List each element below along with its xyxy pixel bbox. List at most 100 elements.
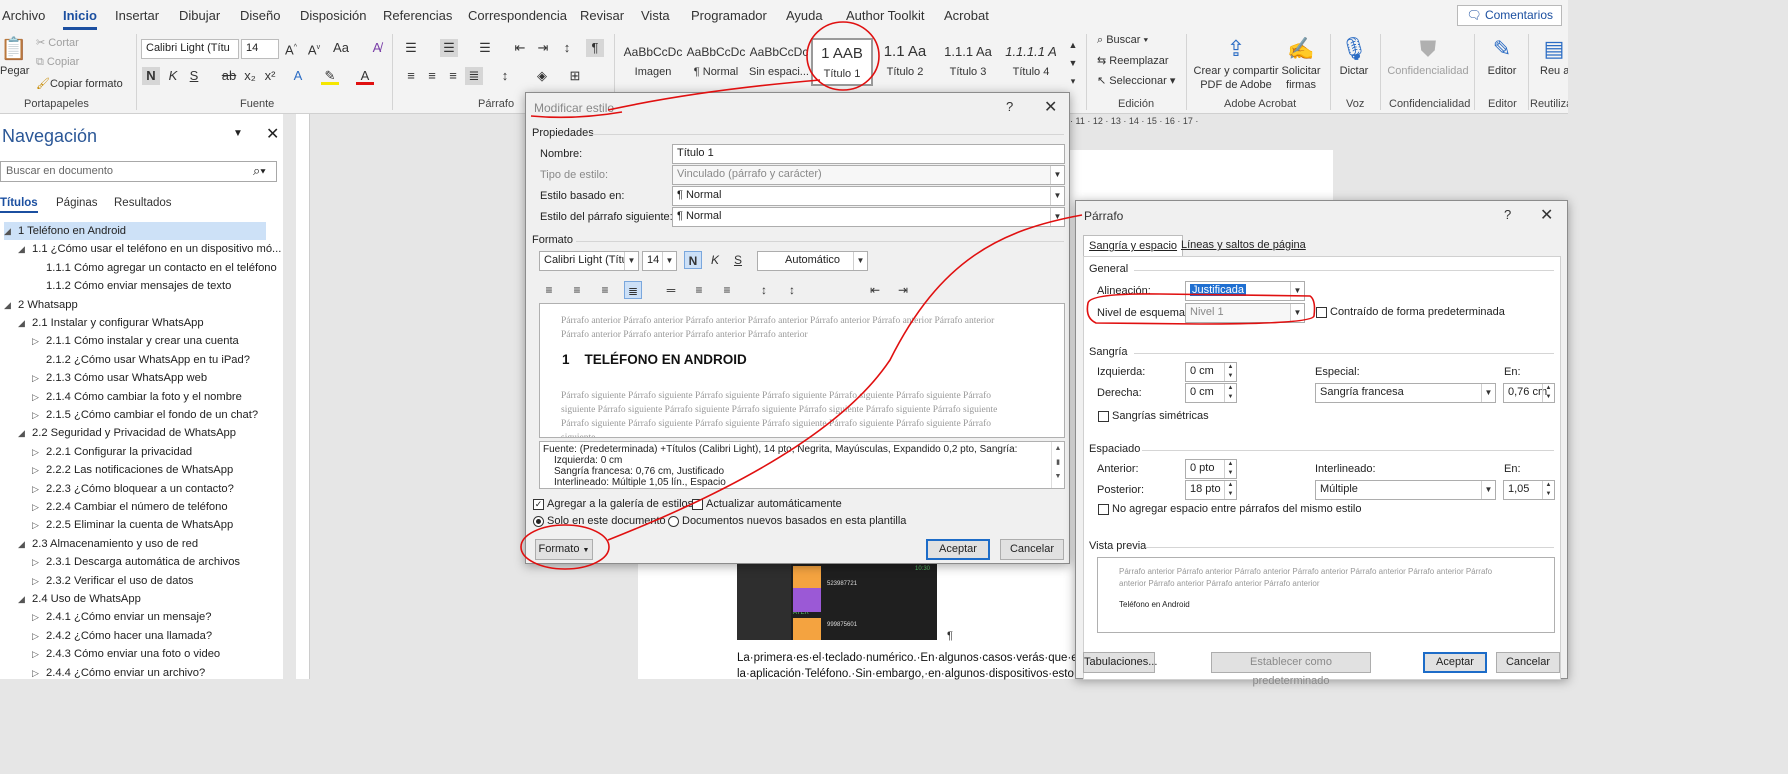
ok-button[interactable]: Aceptar: [1423, 652, 1487, 673]
shading-icon[interactable]: ◈: [533, 67, 551, 85]
cut-button[interactable]: ✂ Cortar: [36, 36, 79, 49]
grow-font-icon[interactable]: A^: [282, 39, 300, 57]
format-painter-button[interactable]: 🖌Copiar formato: [36, 77, 123, 90]
style-titulo-2[interactable]: 1.1 Aa Título 2: [874, 38, 936, 86]
spacing-at-input[interactable]: 1,05 ▲ ▼: [1503, 480, 1555, 500]
tab-correspondencia[interactable]: Correspondencia: [468, 8, 567, 23]
expand-toggle-icon[interactable]: ▷: [32, 461, 46, 479]
reuse-button[interactable]: ▤ Reu arch: [1540, 34, 1568, 78]
nav-heading-item[interactable]: 1.1.2 Cómo enviar mensajes de texto: [32, 277, 231, 295]
spinner-icon[interactable]: ▲ ▼: [1224, 481, 1236, 499]
expand-toggle-icon[interactable]: ▷: [32, 332, 46, 350]
tab-line-breaks[interactable]: Líneas y saltos de página: [1176, 235, 1311, 257]
nav-heading-item[interactable]: ◢ 2 Whatsapp: [4, 296, 78, 314]
expand-toggle-icon[interactable]: ▷: [32, 516, 46, 534]
nav-heading-item[interactable]: ◢ 2.3 Almacenamiento y uso de red: [18, 535, 198, 553]
expand-toggle-icon[interactable]: ▷: [32, 645, 46, 663]
nav-heading-item[interactable]: 2.1.2 ¿Cómo usar WhatsApp en tu iPad?: [32, 351, 250, 369]
style-titulo-3[interactable]: 1.1.1 Aa Título 3: [937, 38, 999, 86]
bullets-icon[interactable]: ☰: [402, 39, 420, 57]
close-icon[interactable]: ✕: [266, 124, 279, 144]
help-icon[interactable]: ?: [1504, 207, 1511, 222]
expand-toggle-icon[interactable]: ◢: [18, 590, 32, 608]
nav-heading-item[interactable]: ◢ 2.1 Instalar y configurar WhatsApp: [18, 314, 204, 332]
nav-heading-item[interactable]: ▷ 2.1.1 Cómo instalar y crear una cuenta: [32, 332, 239, 350]
nav-tab-resultados[interactable]: Resultados: [114, 197, 172, 209]
indent-by-input[interactable]: 0,76 cm ▲ ▼: [1503, 383, 1555, 403]
expand-toggle-icon[interactable]: ◢: [18, 314, 32, 332]
chevron-down-icon[interactable]: ▼: [233, 128, 243, 139]
nav-heading-item[interactable]: ▷ 2.2.1 Configurar la privacidad: [32, 443, 192, 461]
align-right-icon[interactable]: ≡: [444, 67, 462, 85]
double-spacing-icon[interactable]: ≡: [718, 281, 736, 299]
next-style-select[interactable]: ¶ Normal ▼: [672, 207, 1065, 227]
editor-button[interactable]: ✎ Editor: [1482, 34, 1522, 78]
style-name-input[interactable]: Título 1: [672, 144, 1065, 164]
based-on-select[interactable]: ¶ Normal ▼: [672, 186, 1065, 206]
nav-heading-item[interactable]: ▷ 2.1.5 ¿Cómo cambiar el fondo de un chat…: [32, 406, 258, 424]
spinner-icon[interactable]: ▲ ▼: [1542, 384, 1554, 402]
numbering-icon[interactable]: ☰: [440, 39, 458, 57]
outline-level-select[interactable]: Nivel 1 ▼: [1185, 303, 1305, 323]
strikethrough-icon[interactable]: ab: [220, 67, 238, 85]
help-icon[interactable]: ?: [1006, 99, 1013, 114]
description-scrollbar[interactable]: ▲ ▮ ▼: [1051, 442, 1064, 488]
nav-heading-item[interactable]: ◢ 2.4 Uso de WhatsApp: [18, 590, 141, 608]
set-default-button[interactable]: Establecer como predeterminado: [1211, 652, 1371, 687]
spinner-icon[interactable]: ▲ ▼: [1224, 384, 1236, 402]
only-document-radio[interactable]: [533, 516, 544, 527]
pilcrow-icon[interactable]: ¶: [586, 39, 604, 57]
nav-search-input[interactable]: Buscar en documento: [0, 161, 277, 182]
italic-icon[interactable]: K: [706, 251, 724, 269]
nav-heading-item[interactable]: ▷ 2.3.1 Descarga automática de archivos: [32, 553, 240, 571]
expand-toggle-icon[interactable]: ▷: [32, 388, 46, 406]
tab-dibujar[interactable]: Dibujar: [179, 8, 220, 23]
collapsed-checkbox[interactable]: [1316, 307, 1327, 318]
single-spacing-icon[interactable]: ═: [662, 281, 680, 299]
special-select[interactable]: Sangría francesa ▼: [1315, 383, 1496, 403]
indent-right-input[interactable]: 0 cm ▲ ▼: [1185, 383, 1237, 403]
decrease-indent-icon[interactable]: ⇤: [866, 281, 884, 299]
nav-heading-item[interactable]: ▷ 2.2.5 Eliminar la cuenta de WhatsApp: [32, 516, 233, 534]
tab-vista[interactable]: Vista: [641, 8, 670, 23]
cancel-button[interactable]: Cancelar: [1496, 652, 1560, 673]
tab-author-toolkit[interactable]: Author Toolkit: [846, 8, 925, 23]
expand-toggle-icon[interactable]: ▷: [32, 480, 46, 498]
expand-toggle-icon[interactable]: ▷: [32, 627, 46, 645]
nav-heading-item[interactable]: ▷ 2.4.2 ¿Cómo hacer una llamada?: [32, 627, 212, 645]
search-icon[interactable]: ⌕▾: [253, 163, 266, 179]
expand-toggle-icon[interactable]: ▷: [32, 553, 46, 571]
gallery-down-icon[interactable]: ▼: [1064, 54, 1082, 72]
no-space-checkbox[interactable]: [1098, 504, 1109, 515]
alignment-select[interactable]: Justificada ▼: [1185, 281, 1305, 301]
tab-indent-spacing[interactable]: Sangría y espacio: [1083, 235, 1184, 257]
underline-icon[interactable]: S: [185, 67, 203, 85]
color-select[interactable]: Automático ▼: [757, 251, 868, 271]
gallery-more-icon[interactable]: ▾: [1064, 72, 1082, 90]
clear-format-icon[interactable]: A̸: [368, 39, 386, 57]
align-right-icon[interactable]: ≡: [596, 281, 614, 299]
tab-archivo[interactable]: Archivo: [2, 8, 45, 23]
ok-button[interactable]: Aceptar: [926, 539, 990, 560]
tab-revisar[interactable]: Revisar: [580, 8, 624, 23]
nav-heading-item[interactable]: ▷ 2.2.4 Cambiar el número de teléfono: [32, 498, 228, 516]
style-titulo-4[interactable]: 1.1.1.1 A Título 4: [1000, 38, 1062, 86]
nav-heading-item[interactable]: ◢ 1.1 ¿Cómo usar el teléfono en un dispos…: [18, 240, 281, 258]
nav-heading-item[interactable]: ◢ 2.2 Seguridad y Privacidad de WhatsApp: [18, 424, 236, 442]
tab-diseno[interactable]: Diseño: [240, 8, 280, 23]
style-sin-espaciado[interactable]: AaBbCcDc Sin espaci...: [748, 38, 810, 86]
close-icon[interactable]: ✕: [1044, 97, 1057, 117]
nav-tab-paginas[interactable]: Páginas: [56, 197, 98, 209]
align-center-icon[interactable]: ≡: [568, 281, 586, 299]
sensitivity-button[interactable]: ⛊ Confidencialidad: [1386, 34, 1470, 78]
decrease-spacing-icon[interactable]: ↕: [783, 281, 801, 299]
bold-icon[interactable]: N: [684, 251, 702, 269]
style-imagen[interactable]: AaBbCcDc Imagen: [622, 38, 684, 86]
dictate-button[interactable]: 🎙 Dictar: [1336, 34, 1372, 78]
close-icon[interactable]: ✕: [1540, 205, 1553, 225]
bold-icon[interactable]: N: [142, 67, 160, 85]
spacing-after-input[interactable]: 18 pto ▲ ▼: [1185, 480, 1237, 500]
subscript-icon[interactable]: x₂: [241, 67, 259, 85]
style-type-select[interactable]: Vinculado (párrafo y carácter) ▼: [672, 165, 1065, 185]
decrease-indent-icon[interactable]: ⇤: [511, 39, 529, 57]
